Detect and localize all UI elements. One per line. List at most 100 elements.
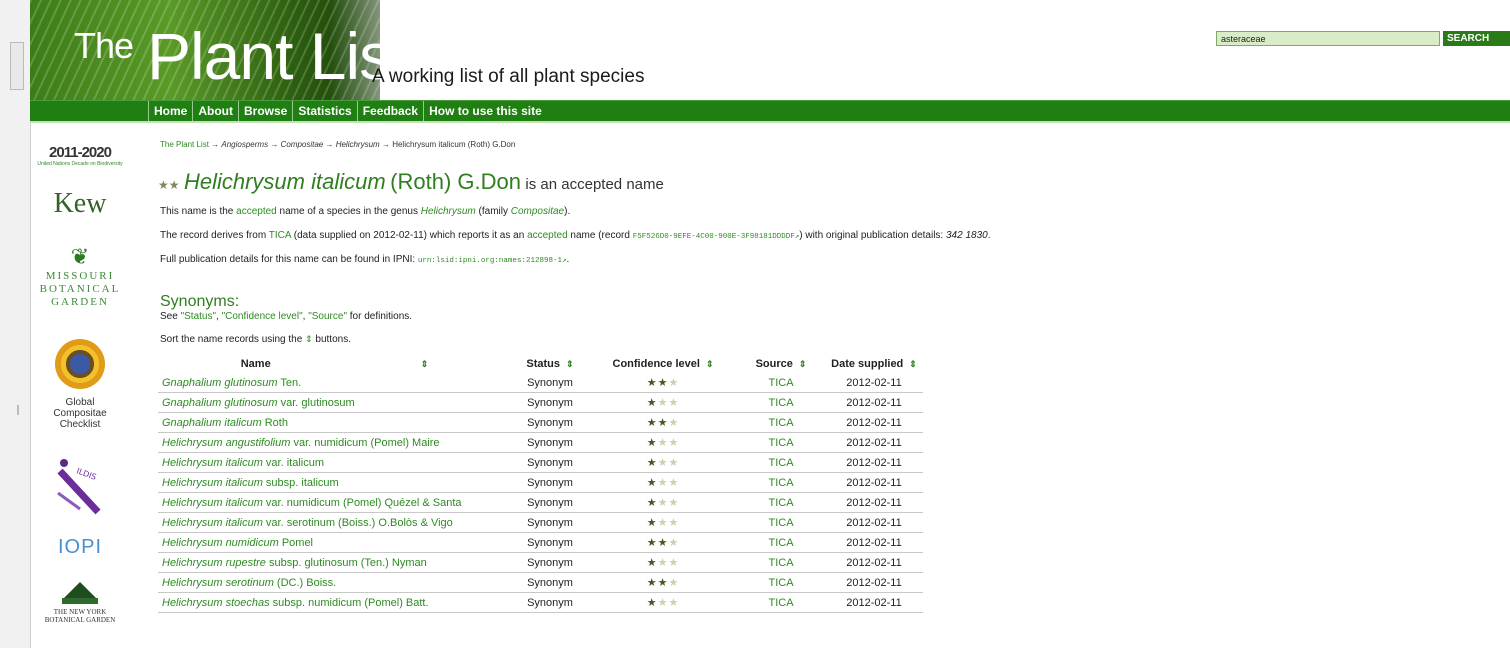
source-link[interactable]: TICA — [737, 572, 825, 593]
col-status-header[interactable]: Status ⇕ — [511, 354, 589, 373]
confidence-star-icon: ★ — [668, 397, 680, 409]
confidence-star-icon: ★ — [668, 477, 680, 489]
col-name-header[interactable]: Name ⇕ — [158, 354, 511, 373]
confidence-stars[interactable]: ★★★ — [589, 432, 737, 453]
date-supplied: 2012-02-11 — [825, 512, 923, 533]
source-link[interactable]: TICA — [737, 432, 825, 453]
breadcrumb-angiosperms[interactable]: Angiosperms — [221, 140, 268, 149]
synonym-name-link[interactable]: Helichrysum rupestre subsp. glutinosum (… — [158, 552, 511, 573]
synonym-status: Synonym — [511, 492, 589, 513]
confidence-stars[interactable]: ★★★ — [589, 512, 737, 533]
synonym-name-link[interactable]: Gnaphalium glutinosum var. glutinosum — [158, 392, 511, 413]
nav-statistics[interactable]: Statistics — [292, 101, 356, 121]
confidence-stars[interactable]: ★★★ — [589, 392, 737, 413]
nav-feedback[interactable]: Feedback — [356, 101, 423, 121]
kew-logo[interactable]: Kew — [30, 188, 130, 220]
synonym-name-link[interactable]: Gnaphalium italicum Roth — [158, 412, 511, 433]
confidence-stars[interactable]: ★★★ — [589, 552, 737, 573]
source-link[interactable]: TICA — [737, 592, 825, 613]
accepted-link-2[interactable]: accepted — [527, 230, 568, 241]
nav-browse[interactable]: Browse — [238, 101, 292, 121]
logo-plant-list[interactable]: Plant List — [147, 18, 409, 94]
confidence-star-icon: ★ — [646, 477, 658, 489]
synonym-name-link[interactable]: Helichrysum italicum var. serotinum (Boi… — [158, 512, 511, 533]
breadcrumb-arrow-icon: → — [211, 140, 222, 149]
family-link[interactable]: Compositae — [511, 206, 564, 217]
sort-arrows-icon[interactable]: ⇕ — [799, 359, 807, 369]
record-id-link[interactable]: F5F526D0-9EFE-4C00-900E-3F98181DDDDF — [633, 233, 795, 241]
confidence-star-icon: ★ — [657, 377, 669, 389]
col-source-header[interactable]: Source ⇕ — [737, 354, 825, 373]
source-link[interactable]: TICA — [737, 512, 825, 533]
synonym-status: Synonym — [511, 472, 589, 493]
p1-text-d: ). — [564, 206, 571, 217]
confidence-star-icon: ★ — [668, 417, 680, 429]
ipni-link[interactable]: urn:lsid:ipni.org:names:212898-1 — [418, 257, 562, 265]
breadcrumb-helichrysum[interactable]: Helichrysum — [336, 140, 380, 149]
synonym-name-link[interactable]: Helichrysum stoechas subsp. numidicum (P… — [158, 592, 511, 613]
nybg-line-1: THE NEW YORK — [53, 608, 107, 616]
col-status-label: Status — [526, 357, 561, 370]
confidence-star-icon: ★ — [646, 397, 658, 409]
search-input[interactable] — [1216, 31, 1440, 46]
p3-text-b: . — [566, 254, 570, 265]
sort-arrows-icon[interactable]: ⇕ — [421, 359, 429, 369]
confidence-stars[interactable]: ★★★ — [589, 592, 737, 613]
breadcrumb-root[interactable]: The Plant List — [160, 140, 209, 149]
synonym-name-link[interactable]: Helichrysum italicum subsp. italicum — [158, 472, 511, 493]
nav-about[interactable]: About — [192, 101, 238, 121]
source-link[interactable]: TICA — [737, 472, 825, 493]
confidence-stars[interactable]: ★★★ — [589, 532, 737, 553]
gutter-scroll-tab[interactable] — [10, 42, 24, 90]
synonym-rest: var. numidicum (Pomel) Maire — [290, 436, 440, 449]
sort-arrows-icon[interactable]: ⇕ — [909, 359, 917, 369]
nav-home[interactable]: Home — [148, 101, 192, 121]
new-york-botanical-garden-logo[interactable]: THE NEW YORK BOTANICAL GARDEN — [30, 608, 130, 624]
source-link[interactable]: TICA — [737, 492, 825, 513]
confidence-definition-link[interactable]: "Confidence level" — [222, 311, 303, 322]
source-link[interactable]: TICA — [737, 412, 825, 433]
synonym-name-link[interactable]: Helichrysum serotinum (DC.) Boiss. — [158, 572, 511, 593]
p1-text-a: This name is the — [160, 206, 237, 217]
source-link[interactable]: TICA — [737, 532, 825, 553]
confidence-stars[interactable]: ★★★ — [589, 472, 737, 493]
ildis-dot — [60, 459, 68, 467]
nav-how-to-use[interactable]: How to use this site — [423, 101, 547, 121]
synonym-name-link[interactable]: Helichrysum numidicum Pomel — [158, 532, 511, 553]
col-date-header[interactable]: Date supplied ⇕ — [825, 354, 923, 373]
confidence-stars[interactable]: ★★★ — [589, 572, 737, 593]
accepted-link[interactable]: accepted — [236, 206, 277, 217]
confidence-star-icon: ★ — [657, 437, 669, 449]
breadcrumb-compositae[interactable]: Compositae — [281, 140, 324, 149]
global-compositae-checklist-logo[interactable]: Global Compositae Checklist — [30, 397, 130, 430]
search-button[interactable]: SEARCH — [1443, 31, 1510, 46]
synonym-name-link[interactable]: Helichrysum angustifolium var. numidicum… — [158, 432, 511, 453]
iopi-logo[interactable]: IOPI — [30, 536, 130, 559]
sunflower-globe-icon[interactable] — [55, 339, 105, 389]
confidence-stars[interactable]: ★★★ — [589, 412, 737, 433]
source-tica-link[interactable]: TICA — [269, 230, 291, 241]
table-row: Helichrysum angustifolium var. numidicum… — [158, 432, 923, 453]
source-link[interactable]: TICA — [737, 392, 825, 413]
synonyms-heading: Synonyms: — [160, 293, 240, 310]
confidence-star-icon: ★ — [646, 497, 658, 509]
ildis-logo[interactable]: ILDIS — [50, 457, 110, 515]
logo-the[interactable]: The — [74, 25, 134, 67]
status-definition-link[interactable]: "Status" — [181, 311, 216, 322]
sort-arrows-icon[interactable]: ⇕ — [566, 359, 574, 369]
confidence-stars[interactable]: ★★★ — [589, 452, 737, 473]
source-link[interactable]: TICA — [737, 452, 825, 473]
source-definition-link[interactable]: "Source" — [308, 311, 347, 322]
biodiversity-decade-logo[interactable]: 2011-2020 United Nations Decade on Biodi… — [30, 144, 130, 167]
col-confidence-header[interactable]: Confidence level ⇕ — [589, 354, 737, 373]
missouri-botanical-garden-logo[interactable]: MISSOURI BOTANICAL GARDEN — [30, 270, 130, 309]
confidence-stars[interactable]: ★★★ — [589, 492, 737, 513]
source-link[interactable]: TICA — [737, 552, 825, 573]
synonym-name-link[interactable]: Gnaphalium glutinosum Ten. — [158, 373, 511, 393]
genus-link[interactable]: Helichrysum — [421, 206, 476, 217]
source-link[interactable]: TICA — [737, 373, 825, 393]
synonym-name-link[interactable]: Helichrysum italicum var. numidicum (Pom… — [158, 492, 511, 513]
synonym-name-link[interactable]: Helichrysum italicum var. italicum — [158, 452, 511, 473]
sort-arrows-icon[interactable]: ⇕ — [706, 359, 714, 369]
confidence-stars[interactable]: ★★★ — [589, 373, 737, 393]
